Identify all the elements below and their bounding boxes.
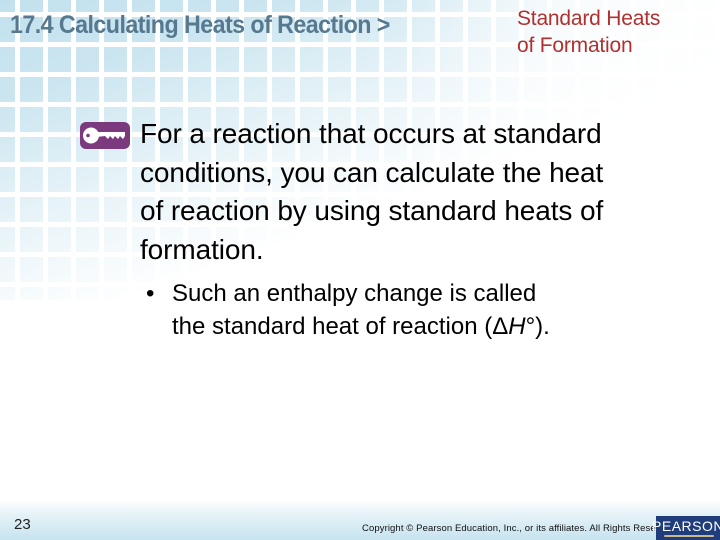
footer-band — [0, 500, 720, 540]
bullet-text: Such an enthalpy change is called the st… — [172, 277, 672, 343]
bullet-line-2: the standard heat of reaction (ΔH°). — [172, 310, 672, 343]
slide-subtitle: Standard Heats of Formation — [517, 5, 660, 59]
logo-swoosh — [664, 535, 714, 537]
logo-text: PEARSON — [652, 518, 720, 534]
key-statement: For a reaction that occurs at standard c… — [140, 115, 700, 269]
key-statement-line: of reaction by using standard heats of — [140, 195, 604, 226]
page-number: 23 — [14, 516, 31, 533]
enthalpy-symbol: H — [508, 313, 526, 340]
key-statement-line: conditions, you can calculate the heat — [140, 156, 604, 188]
bullet-line-1: Such an enthalpy change is called — [172, 280, 537, 307]
key-icon — [80, 122, 130, 149]
copyright-notice: Copyright © Pearson Education, Inc., or … — [362, 523, 678, 534]
pearson-logo: PEARSON — [652, 516, 720, 540]
key-statement-line: For a reaction that occurs at standard — [140, 118, 602, 149]
bullet-line-2-prefix: the standard heat of reaction (Δ — [172, 313, 509, 340]
section-title: 17.4 Calculating Heats of Reaction > — [10, 11, 390, 39]
bullet-marker: • — [146, 280, 155, 307]
subtitle-line-2: of Formation — [517, 34, 633, 57]
key-statement-line: formation. — [140, 233, 264, 265]
bullet-line-2-suffix: °). — [525, 313, 550, 340]
subtitle-line-1: Standard Heats — [517, 7, 661, 30]
